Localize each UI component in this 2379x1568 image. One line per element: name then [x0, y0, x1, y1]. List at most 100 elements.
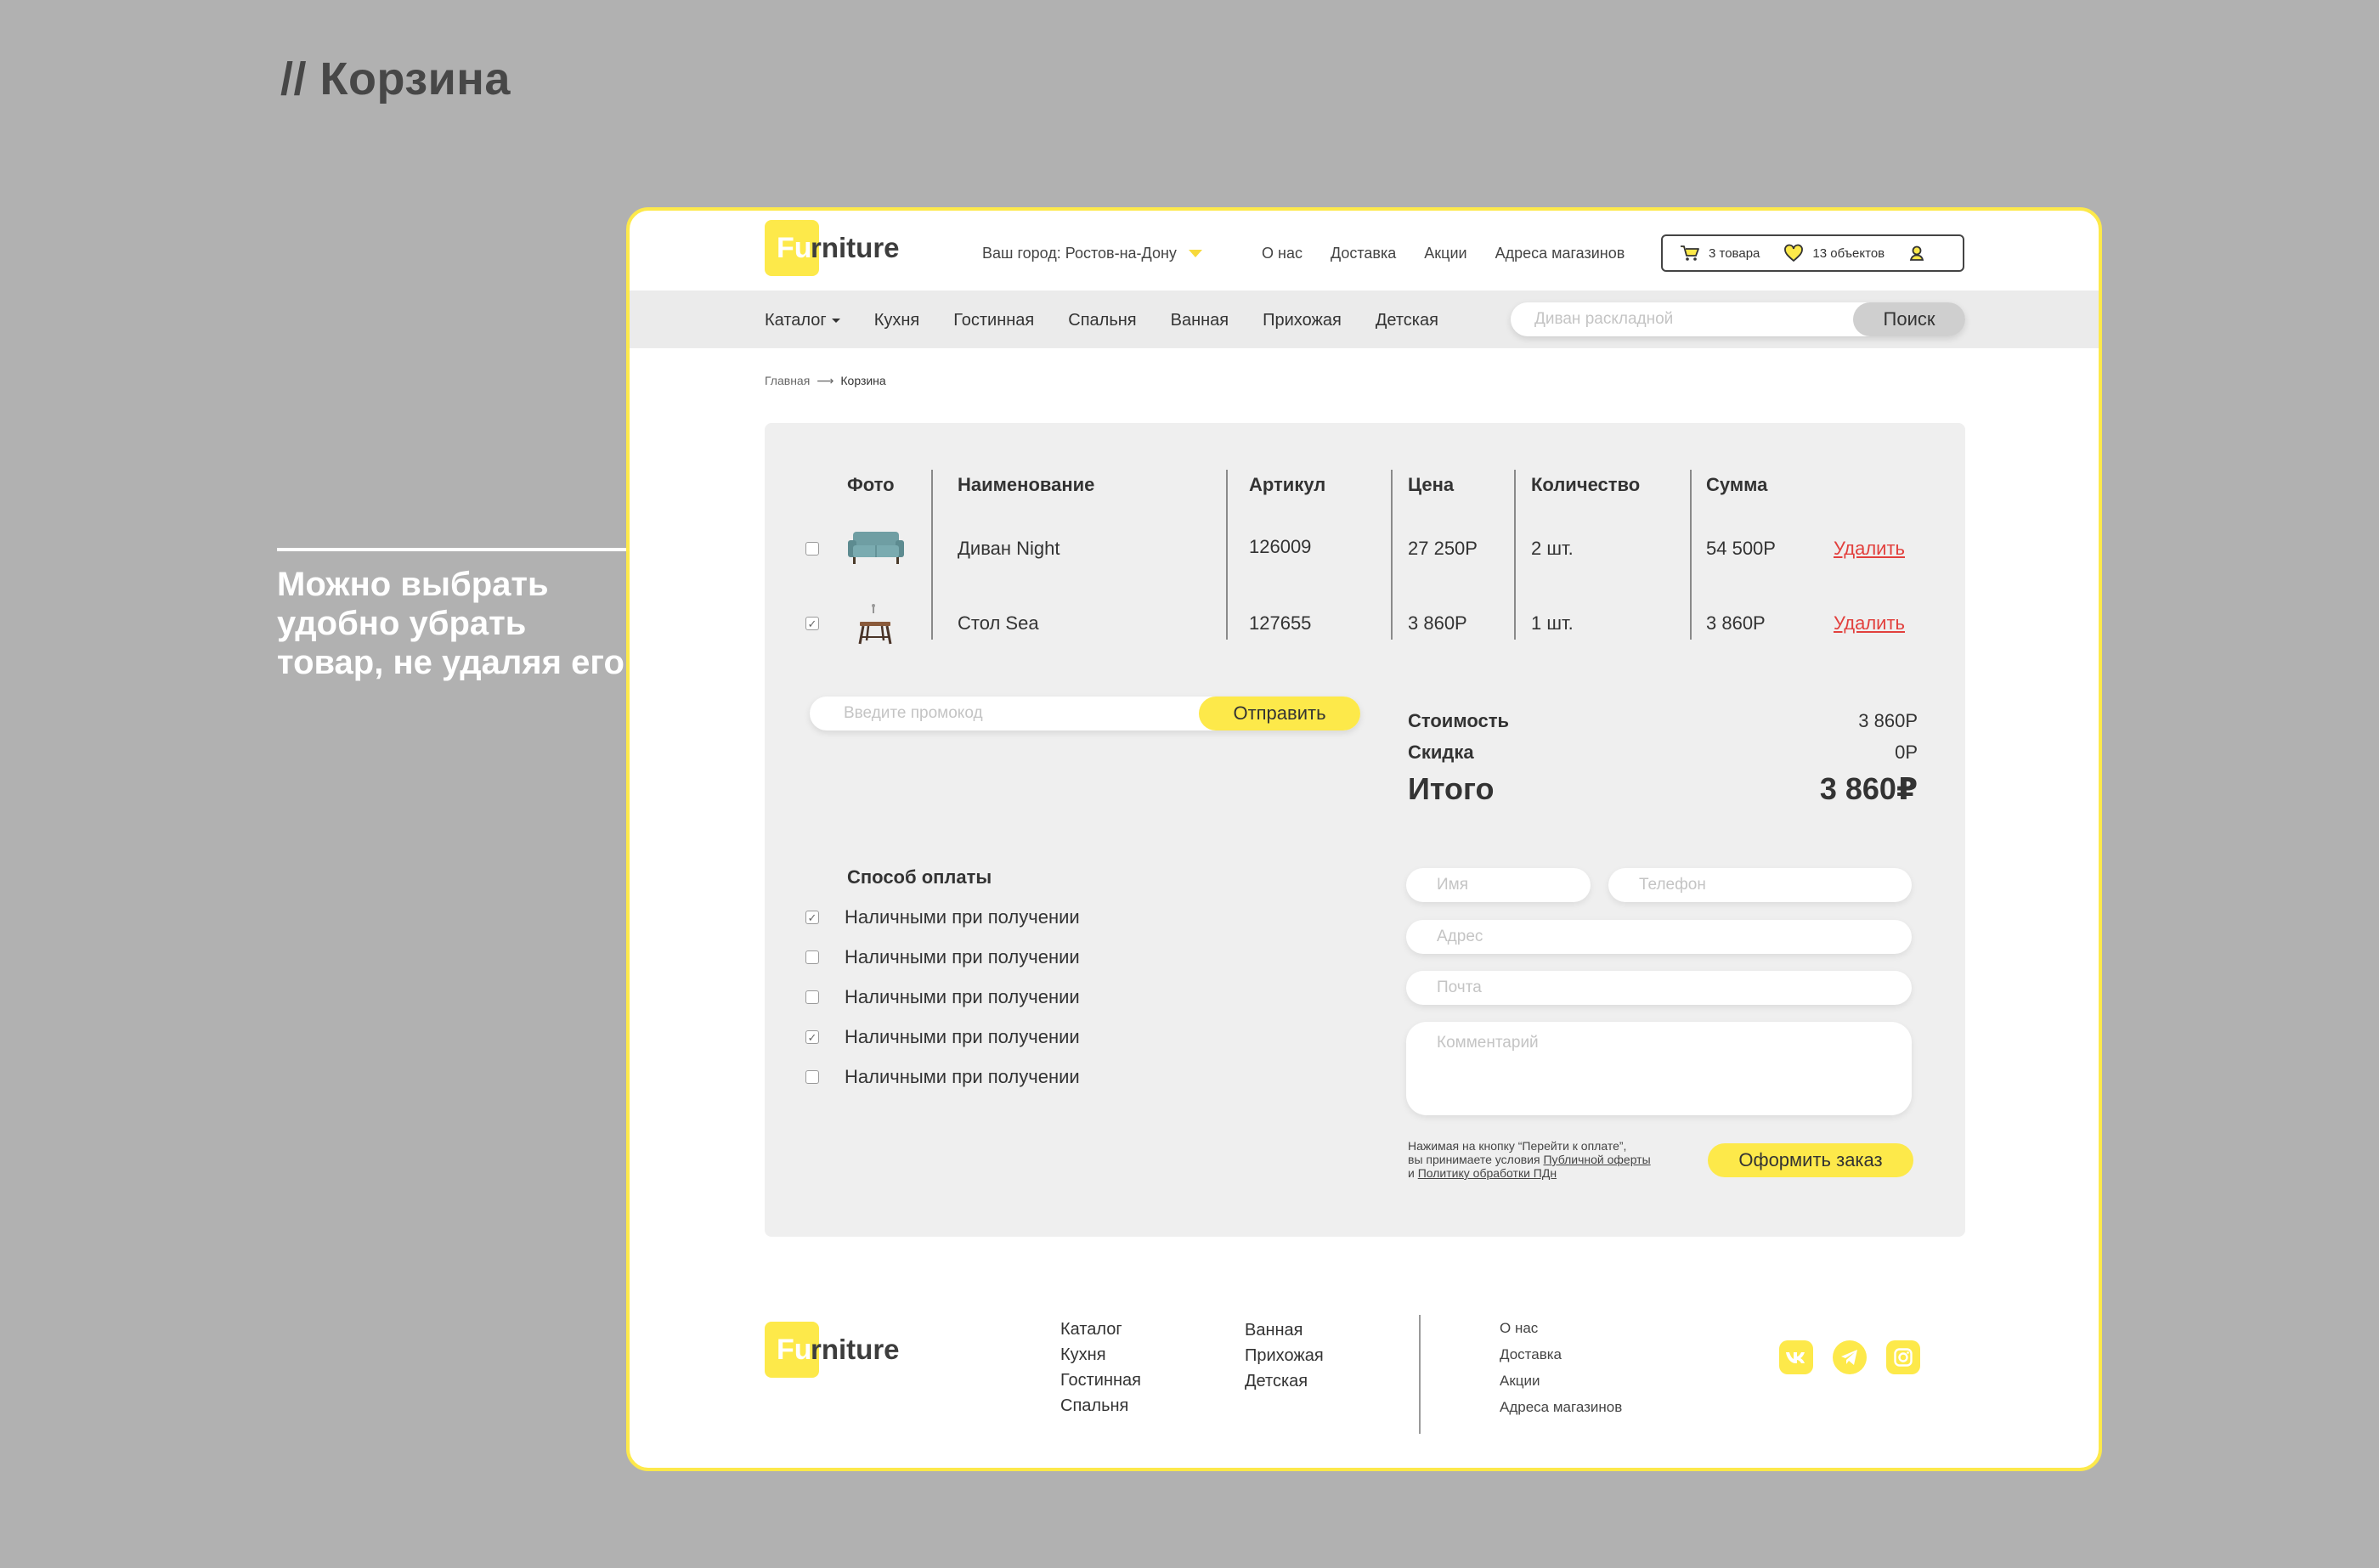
user-icon: [1909, 245, 1924, 261]
footer-link[interactable]: Прихожая: [1245, 1346, 1324, 1366]
footer-col-2: Ванная Прихожая Детская: [1245, 1321, 1324, 1391]
chevron-down-icon: [1188, 250, 1202, 257]
payment-option[interactable]: Наличными при получении: [805, 946, 1080, 968]
payment-option[interactable]: ✓ Наличными при получении: [805, 1026, 1080, 1048]
name-field[interactable]: [1406, 868, 1591, 902]
nav-about[interactable]: О нас: [1262, 245, 1303, 262]
row-name[interactable]: Стол Sea: [958, 612, 1039, 635]
caret-down-icon: [831, 319, 840, 324]
footer-link[interactable]: Спальня: [1060, 1396, 1141, 1416]
annotation-text: Можно выбрать удобно убрать товар, не уд…: [277, 566, 624, 681]
footer-link[interactable]: Каталог: [1060, 1320, 1141, 1340]
nav-delivery[interactable]: Доставка: [1331, 245, 1396, 262]
breadcrumb-current: Корзина: [840, 374, 886, 387]
cart-count: 3 товара: [1709, 245, 1760, 261]
favorites-link[interactable]: 13 объектов: [1783, 244, 1885, 262]
telegram-icon[interactable]: [1833, 1340, 1867, 1374]
row-name[interactable]: Диван Night: [958, 538, 1060, 560]
payment-option[interactable]: Наличными при получении: [805, 1066, 1080, 1088]
footer-logo[interactable]: Fu rniture: [765, 1322, 900, 1378]
row-qty[interactable]: 2 шт.: [1531, 538, 1574, 560]
payment-checkbox[interactable]: ✓: [805, 911, 819, 924]
header-logo[interactable]: Fu rniture: [765, 220, 900, 276]
cost-value: 3 860Р: [1858, 710, 1918, 731]
catalog-dropdown[interactable]: Каталог: [765, 311, 840, 330]
category-nav: Каталог Кухня Гостинная Спальня Ванная П…: [765, 311, 1438, 330]
account-link[interactable]: [1908, 245, 1925, 262]
footer-link[interactable]: Гостинная: [1060, 1371, 1141, 1390]
payment-title: Способ оплаты: [847, 866, 992, 888]
comment-field[interactable]: [1406, 1022, 1912, 1115]
cat-kids[interactable]: Детская: [1376, 311, 1438, 330]
cat-kitchen[interactable]: Кухня: [874, 311, 920, 330]
promo-input[interactable]: [810, 704, 1199, 723]
search-input[interactable]: [1511, 310, 1853, 329]
footer-link[interactable]: Доставка: [1500, 1346, 1622, 1363]
payment-checkbox[interactable]: [805, 990, 819, 1004]
payment-checkbox[interactable]: ✓: [805, 1030, 819, 1044]
row-sku: 126009: [1249, 536, 1312, 557]
col-name: Наименование: [958, 474, 1095, 495]
cat-living[interactable]: Гостинная: [953, 311, 1034, 330]
presentation-title: // Корзина: [280, 54, 511, 104]
nav-stores[interactable]: Адреса магазинов: [1495, 245, 1625, 262]
sofa-thumbnail: [848, 532, 904, 564]
footer-link[interactable]: Акции: [1500, 1373, 1622, 1390]
col-divider: [1226, 470, 1228, 640]
row-price: 27 250Р: [1408, 538, 1478, 559]
footer-link[interactable]: О нас: [1500, 1320, 1622, 1337]
cart-link[interactable]: 3 товара: [1680, 245, 1760, 262]
payment-checkbox[interactable]: [805, 1070, 819, 1084]
footer-link[interactable]: Адреса магазинов: [1500, 1399, 1622, 1416]
cat-hallway[interactable]: Прихожая: [1263, 311, 1342, 330]
cost-label: Стоимость: [1408, 710, 1510, 731]
cart-icon: [1681, 245, 1699, 261]
cat-bathroom[interactable]: Ванная: [1171, 311, 1229, 330]
offer-link[interactable]: Публичной оферты: [1543, 1153, 1650, 1166]
row-sum: 3 860Р: [1706, 612, 1766, 634]
privacy-link[interactable]: Политику обработки ПДн: [1418, 1166, 1557, 1180]
row-sku: 127655: [1249, 612, 1312, 634]
city-label: Ваш город: Ростов-на-Дону: [982, 245, 1177, 262]
footer-link[interactable]: Ванная: [1245, 1321, 1324, 1340]
instagram-icon[interactable]: [1886, 1340, 1920, 1374]
logo-text: rniture: [811, 232, 900, 263]
payment-option[interactable]: ✓ Наличными при получении: [805, 906, 1080, 928]
row-qty[interactable]: 1 шт.: [1531, 612, 1574, 635]
city-selector[interactable]: Ваш город: Ростов-на-Дону: [982, 245, 1202, 262]
footer-link[interactable]: Детская: [1245, 1372, 1324, 1391]
row-select-checkbox[interactable]: [805, 542, 819, 556]
discount-value: 0Р: [1895, 742, 1918, 763]
footer-col-3: О нас Доставка Акции Адреса магазинов: [1500, 1320, 1622, 1416]
col-divider: [1514, 470, 1516, 640]
delete-link[interactable]: Удалить: [1834, 612, 1905, 635]
col-photo: Фото: [847, 474, 895, 495]
search-box: Поиск: [1511, 302, 1965, 336]
breadcrumb-home[interactable]: Главная: [765, 374, 810, 388]
email-field[interactable]: [1406, 971, 1912, 1005]
discount-label: Скидка: [1408, 742, 1474, 763]
search-button[interactable]: Поиск: [1853, 302, 1965, 336]
row-price: 3 860Р: [1408, 612, 1467, 634]
place-order-button[interactable]: Оформить заказ: [1708, 1143, 1913, 1177]
col-price: Цена: [1408, 474, 1455, 495]
total-label: Итого: [1408, 771, 1495, 806]
table-thumbnail: [858, 604, 892, 645]
promo-submit-button[interactable]: Отправить: [1199, 697, 1360, 730]
top-nav: О нас Доставка Акции Адреса магазинов: [1262, 245, 1625, 262]
footer-col-1: Каталог Кухня Гостинная Спальня: [1060, 1320, 1141, 1416]
payment-checkbox[interactable]: [805, 950, 819, 964]
row-select-checkbox[interactable]: ✓: [805, 617, 819, 630]
cat-bedroom[interactable]: Спальня: [1068, 311, 1136, 330]
phone-field[interactable]: [1608, 868, 1912, 902]
address-field[interactable]: [1406, 920, 1912, 954]
breadcrumb-separator: ⟶: [817, 374, 834, 387]
footer-link[interactable]: Кухня: [1060, 1345, 1141, 1365]
payment-option[interactable]: Наличными при получении: [805, 986, 1080, 1008]
logo-text: rniture: [811, 1334, 900, 1365]
nav-promos[interactable]: Акции: [1424, 245, 1466, 262]
col-divider: [931, 470, 933, 640]
vk-icon[interactable]: [1779, 1340, 1813, 1374]
delete-link[interactable]: Удалить: [1834, 538, 1905, 560]
footer-divider: [1419, 1315, 1421, 1434]
